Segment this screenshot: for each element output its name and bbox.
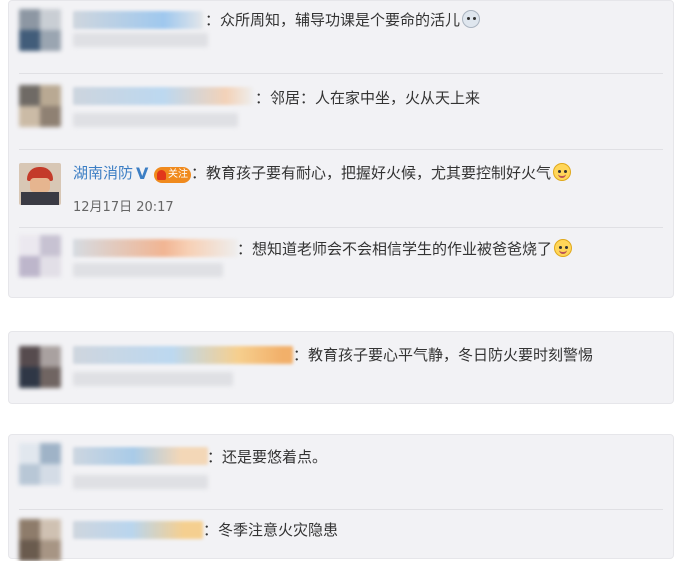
blurred-username[interactable] bbox=[73, 11, 203, 29]
avatar[interactable] bbox=[19, 235, 61, 277]
comment-text: ：还是要悠着点。 bbox=[207, 448, 328, 466]
username-link[interactable]: 湖南消防 bbox=[73, 164, 133, 182]
comment-card: ：教育孩子要心平气静，冬日防火要时刻警惕 bbox=[8, 331, 674, 404]
comment-row: ：教育孩子要心平气静，冬日防火要时刻警惕 bbox=[9, 332, 673, 405]
comment-page: ：众所周知，辅导功课是个要命的活儿 ：邻居：人在家中坐，火从天上来 湖南消防 V… bbox=[0, 0, 680, 561]
comment-row: ：邻居：人在家中坐，火从天上来 bbox=[9, 77, 673, 147]
divider bbox=[19, 227, 663, 228]
comment-text: ：邻居：人在家中坐，火从天上来 bbox=[255, 89, 481, 107]
comment-text: 湖南消防 V 关注 ：教育孩子要有耐心，把握好火候，尤其要控制好火气 bbox=[73, 163, 572, 183]
verified-v-icon: V bbox=[136, 164, 149, 183]
comment-text: ：冬季注意火灾隐患 bbox=[203, 521, 339, 539]
timestamp[interactable]: 12月17日 20:17 bbox=[73, 196, 174, 215]
avatar[interactable] bbox=[19, 443, 61, 485]
comment-text: ：想知道老师会不会相信学生的作业被爸爸烧了 bbox=[237, 239, 573, 259]
blurred-username[interactable] bbox=[73, 239, 238, 257]
comment-text: ：众所周知，辅导功课是个要命的活儿 bbox=[205, 10, 481, 30]
laugh-cry-emoji-icon bbox=[553, 163, 572, 181]
comment-row: ：想知道老师会不会相信学生的作业被爸爸烧了 bbox=[9, 229, 673, 295]
blurred-meta bbox=[73, 113, 238, 127]
blurred-username[interactable] bbox=[73, 346, 293, 364]
avatar[interactable] bbox=[19, 519, 61, 561]
avatar[interactable] bbox=[19, 163, 61, 205]
comment-card: ：还是要悠着点。 ：冬季注意火灾隐患 bbox=[8, 434, 674, 561]
avatar[interactable] bbox=[19, 9, 61, 51]
comment-row: 湖南消防 V 关注 ：教育孩子要有耐心，把握好火候，尤其要控制好火气 12月17日 2… bbox=[9, 153, 673, 225]
blurred-meta bbox=[73, 33, 208, 47]
fan-badge-icon[interactable]: 关注 bbox=[154, 167, 192, 183]
comment-row: ：冬季注意火灾隐患 bbox=[9, 511, 673, 561]
avatar[interactable] bbox=[19, 346, 61, 388]
comment-card: ：众所周知，辅导功课是个要命的活儿 ：邻居：人在家中坐，火从天上来 湖南消防 V… bbox=[8, 0, 674, 298]
comment-row: ：还是要悠着点。 bbox=[9, 435, 673, 507]
smile-emoji-icon bbox=[554, 239, 573, 257]
divider bbox=[19, 509, 663, 510]
avatar[interactable] bbox=[19, 85, 61, 127]
comment-row: ：众所周知，辅导功课是个要命的活儿 bbox=[9, 1, 673, 71]
blurred-meta bbox=[73, 475, 208, 489]
comment-text: ：教育孩子要心平气静，冬日防火要时刻警惕 bbox=[293, 346, 594, 364]
blurred-meta bbox=[73, 263, 223, 277]
divider bbox=[19, 149, 663, 150]
blurred-username[interactable] bbox=[73, 521, 203, 539]
blurred-meta bbox=[73, 372, 233, 386]
divider bbox=[19, 73, 663, 74]
blurred-username[interactable] bbox=[73, 447, 208, 465]
cry-emoji-icon bbox=[462, 10, 481, 28]
blurred-username[interactable] bbox=[73, 87, 253, 105]
